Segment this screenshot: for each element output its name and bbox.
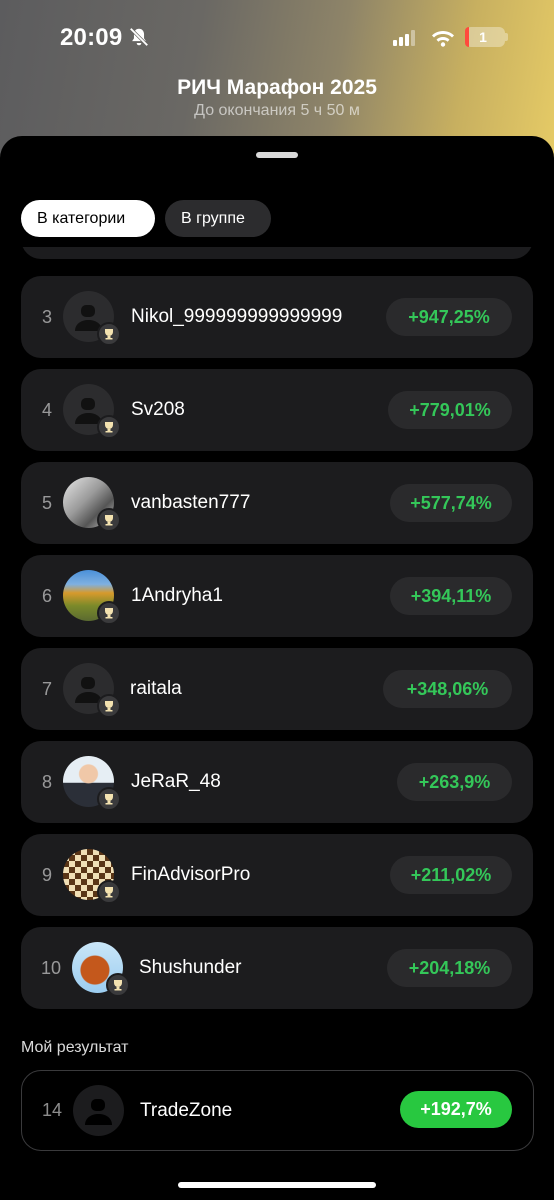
trophy-icon (106, 973, 130, 997)
list-item[interactable]: 9 FinAdvisorPro +211,02% (21, 834, 533, 916)
tab-in-category[interactable]: В категории (21, 200, 155, 237)
change-badge: +348,06% (383, 670, 512, 708)
change-badge: +947,25% (386, 298, 512, 336)
trophy-icon (97, 601, 121, 625)
trophy-icon (97, 880, 121, 904)
username: 1Andryha1 (131, 585, 223, 606)
my-result-label: Мой результат (21, 1039, 129, 1056)
change-badge: +394,11% (390, 577, 512, 615)
battery-level-text: 1 (479, 29, 487, 45)
list-item[interactable]: 3 Nikol_999999999999999 +947,25% (21, 276, 533, 358)
trophy-icon (97, 322, 121, 346)
leaderboard-list[interactable]: 3 Nikol_999999999999999 +947,25% 4 Sv208… (0, 247, 554, 1127)
sheet-grabber[interactable] (256, 152, 298, 158)
status-bar: 20:09 1 (0, 0, 554, 76)
username: Sv208 (131, 399, 185, 420)
wifi-icon (432, 31, 454, 47)
list-item[interactable]: 5 vanbasten777 +577,74% (21, 462, 533, 544)
rank-number: 4 (42, 400, 53, 420)
rank-number: 14 (42, 1100, 63, 1120)
rank-number: 3 (42, 307, 53, 327)
list-item[interactable]: 8 JeRaR_48 +263,9% (21, 741, 533, 823)
trophy-icon (97, 694, 121, 718)
tab-in-group[interactable]: В группе (165, 200, 271, 237)
bell-muted-icon (129, 27, 149, 47)
rank-number: 5 (42, 493, 53, 513)
page-subtitle: До окончания 5 ч 50 м (194, 102, 360, 119)
page-title: РИЧ Марафон 2025 (177, 76, 377, 99)
battery-icon: 1 (465, 27, 505, 47)
battery-nub (505, 33, 508, 41)
change-badge: +211,02% (390, 856, 512, 894)
list-item[interactable]: 10 Shushunder +204,18% (21, 927, 533, 1009)
username: TradeZone (140, 1100, 233, 1121)
change-badge: +779,01% (388, 391, 512, 429)
my-change-badge: +192,7% (400, 1091, 512, 1128)
list-item-partial[interactable] (21, 247, 533, 259)
username: Nikol_999999999999999 (131, 306, 343, 327)
status-time: 20:09 (60, 24, 123, 51)
my-result-row[interactable]: 14 TradeZone +192,7% (21, 1070, 534, 1151)
list-item[interactable]: 6 1Andryha1 +394,11% (21, 555, 533, 637)
change-badge: +263,9% (397, 763, 512, 801)
username: raitala (130, 678, 182, 699)
username: Shushunder (139, 957, 242, 978)
change-badge: +204,18% (387, 949, 512, 987)
rank-number: 8 (42, 772, 53, 792)
cellular-signal-icon (393, 30, 415, 46)
trophy-icon (97, 787, 121, 811)
rank-number: 7 (42, 679, 53, 699)
username: JeRaR_48 (131, 771, 221, 792)
home-indicator (178, 1182, 376, 1188)
list-item[interactable]: 7 raitala +348,06% (21, 648, 533, 730)
rank-number: 9 (42, 865, 53, 885)
trophy-icon (97, 508, 121, 532)
trophy-icon (97, 415, 121, 439)
username: FinAdvisorPro (131, 864, 251, 885)
default-avatar-icon (73, 1085, 124, 1136)
rank-number: 6 (42, 586, 53, 606)
list-item[interactable]: 4 Sv208 +779,01% (21, 369, 533, 451)
bottom-sheet: В категории В группе 3 Nikol_99999999999… (0, 136, 554, 1200)
rank-number: 10 (41, 958, 62, 978)
change-badge: +577,74% (390, 484, 512, 522)
username: vanbasten777 (131, 492, 251, 513)
